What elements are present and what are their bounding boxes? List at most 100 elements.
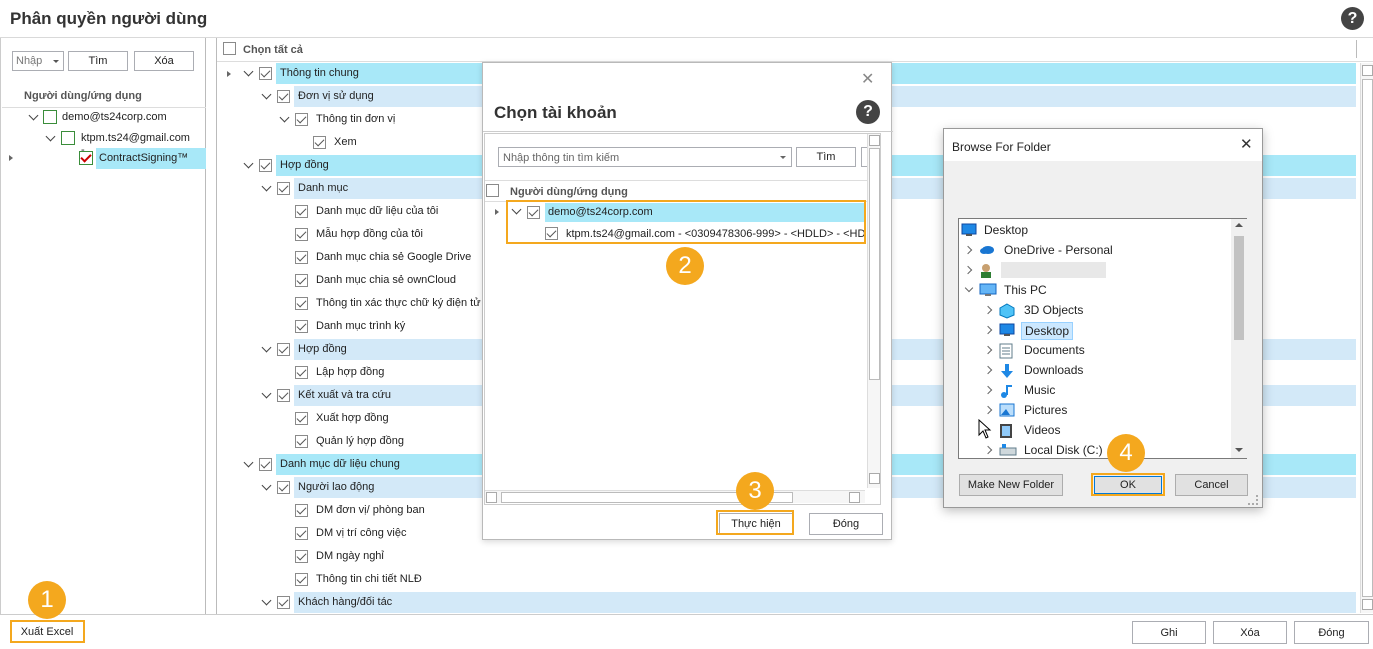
chevron-down-icon[interactable] <box>261 388 272 399</box>
permission-row-label[interactable]: Thông tin đơn vị <box>312 109 395 130</box>
chevron-down-icon[interactable] <box>243 158 254 169</box>
xoa-button[interactable]: Xóa <box>134 51 194 71</box>
scroll-up-icon[interactable] <box>1235 223 1243 227</box>
permission-row-label[interactable]: DM đơn vị/ phòng ban <box>312 500 425 521</box>
permission-checkbox[interactable] <box>277 389 290 402</box>
permission-row-label[interactable]: DM vị trí công việc <box>312 523 406 544</box>
scroll-down-icon[interactable] <box>869 473 880 484</box>
tim-button[interactable]: Tìm <box>796 147 856 167</box>
tree-item-demo[interactable]: demo@ts24corp.com <box>62 111 167 123</box>
vertical-scrollbar[interactable] <box>1360 63 1373 613</box>
close-icon[interactable]: ✕ <box>861 69 874 89</box>
permission-row-label[interactable]: Quản lý hợp đồng <box>312 431 404 452</box>
browse-tree-item[interactable] <box>1001 262 1106 278</box>
dialog-vscroll[interactable] <box>867 134 880 488</box>
permission-checkbox[interactable] <box>295 504 308 517</box>
permission-row-label[interactable]: Thông tin chi tiết NLĐ <box>312 569 422 590</box>
cancel-button[interactable]: Cancel <box>1175 474 1248 496</box>
chevron-down-icon[interactable] <box>261 342 272 353</box>
permission-checkbox[interactable] <box>295 113 308 126</box>
permission-row-label[interactable]: DM ngày nghỉ <box>312 546 384 567</box>
permission-checkbox[interactable] <box>259 458 272 471</box>
permission-row-label[interactable]: Danh mục trình ký <box>312 316 405 337</box>
resize-grip-icon[interactable] <box>1248 495 1258 505</box>
dialog-hscroll[interactable] <box>485 490 865 503</box>
chevron-down-icon[interactable] <box>45 131 56 142</box>
help-icon[interactable]: ? <box>856 100 880 124</box>
permission-checkbox[interactable] <box>295 228 308 241</box>
permission-checkbox[interactable] <box>277 481 290 494</box>
tim-button[interactable]: Tìm <box>68 51 128 71</box>
browse-tree-item[interactable]: Local Disk (C:) <box>1021 442 1106 458</box>
chevron-right-icon[interactable] <box>983 445 993 455</box>
permission-checkbox[interactable] <box>259 67 272 80</box>
chevron-down-icon[interactable] <box>261 595 272 606</box>
permission-checkbox[interactable] <box>295 412 308 425</box>
permission-checkbox[interactable] <box>295 205 308 218</box>
permission-row-label[interactable]: Khách hàng/đối tác <box>294 592 1356 613</box>
permission-checkbox[interactable] <box>295 320 308 333</box>
browse-tree-item[interactable]: Documents <box>1021 342 1088 358</box>
search-input[interactable]: Nhập thông tin tìm kiếm <box>498 147 792 167</box>
scroll-right-icon[interactable] <box>849 492 860 503</box>
chevron-right-icon[interactable] <box>983 385 993 395</box>
permission-checkbox[interactable] <box>313 136 326 149</box>
permission-checkbox[interactable] <box>277 90 290 103</box>
permission-checkbox[interactable] <box>295 573 308 586</box>
permission-checkbox[interactable] <box>295 366 308 379</box>
scroll-thumb[interactable] <box>1234 236 1244 340</box>
dialog-select-all-checkbox[interactable] <box>486 184 499 197</box>
help-icon[interactable]: ? <box>1341 7 1364 30</box>
scroll-thumb[interactable] <box>1362 79 1373 597</box>
chevron-right-icon[interactable] <box>983 345 993 355</box>
dong-button[interactable]: Đóng <box>809 513 883 535</box>
permission-checkbox[interactable] <box>295 251 308 264</box>
permission-row-label[interactable]: Lập hợp đồng <box>312 362 384 383</box>
chevron-down-icon[interactable] <box>243 66 254 77</box>
chevron-down-icon[interactable] <box>243 457 254 468</box>
chevron-right-icon[interactable] <box>983 305 993 315</box>
chevron-right-icon[interactable] <box>983 405 993 415</box>
permission-row-label[interactable]: Xem <box>330 132 357 153</box>
chevron-right-icon[interactable] <box>983 325 993 335</box>
nhap-dropdown[interactable]: Nhập <box>12 51 64 71</box>
chevron-down-icon[interactable] <box>261 480 272 491</box>
permission-checkbox[interactable] <box>295 435 308 448</box>
permission-checkbox[interactable] <box>295 550 308 563</box>
chevron-down-icon[interactable] <box>279 112 290 123</box>
browse-tree-item[interactable]: OneDrive - Personal <box>1001 242 1116 258</box>
select-all-checkbox[interactable] <box>223 42 236 55</box>
tree-checkbox[interactable] <box>43 110 57 124</box>
chevron-down-icon[interactable] <box>28 110 39 121</box>
permission-checkbox[interactable] <box>277 596 290 609</box>
dong-bottom-button[interactable]: Đóng <box>1294 621 1369 644</box>
close-icon[interactable]: ✕ <box>1240 135 1253 153</box>
ghi-button[interactable]: Ghi <box>1132 621 1206 644</box>
browse-tree-item[interactable]: Downloads <box>1021 362 1086 378</box>
permission-row-label[interactable]: Thông tin xác thực chữ ký điện tử <box>312 293 481 314</box>
permission-row-label[interactable]: Danh mục dữ liệu của tôi <box>312 201 438 222</box>
browse-tree-item[interactable]: Pictures <box>1021 402 1070 418</box>
make-new-folder-button[interactable]: Make New Folder <box>959 474 1063 496</box>
chevron-right-icon[interactable] <box>963 265 973 275</box>
scroll-down-icon[interactable] <box>1362 599 1373 610</box>
permission-row-label[interactable]: Danh mục chia sẻ ownCloud <box>312 270 456 291</box>
permission-row-label[interactable]: Mẫu hợp đồng của tôi <box>312 224 423 245</box>
browse-tree-item[interactable]: Desktop <box>981 222 1031 238</box>
browse-tree-item[interactable]: 3D Objects <box>1021 302 1086 318</box>
permission-row-label[interactable]: Danh mục chia sẻ Google Drive <box>312 247 471 268</box>
scroll-left-icon[interactable] <box>486 492 497 503</box>
tree-checkbox[interactable] <box>61 131 75 145</box>
browse-tree-item[interactable]: This PC <box>1001 282 1050 298</box>
scroll-up-icon[interactable] <box>869 135 880 146</box>
permission-checkbox[interactable] <box>277 182 290 195</box>
chevron-right-icon[interactable] <box>963 245 973 255</box>
scroll-down-icon[interactable] <box>1235 448 1243 452</box>
chevron-right-icon[interactable] <box>983 365 993 375</box>
browse-tree-item[interactable]: Desktop <box>1021 322 1074 340</box>
scroll-thumb[interactable] <box>869 148 880 380</box>
permission-checkbox[interactable] <box>259 159 272 172</box>
chevron-down-icon[interactable] <box>261 181 272 192</box>
permission-checkbox[interactable] <box>295 527 308 540</box>
browse-vscroll[interactable] <box>1231 219 1247 458</box>
